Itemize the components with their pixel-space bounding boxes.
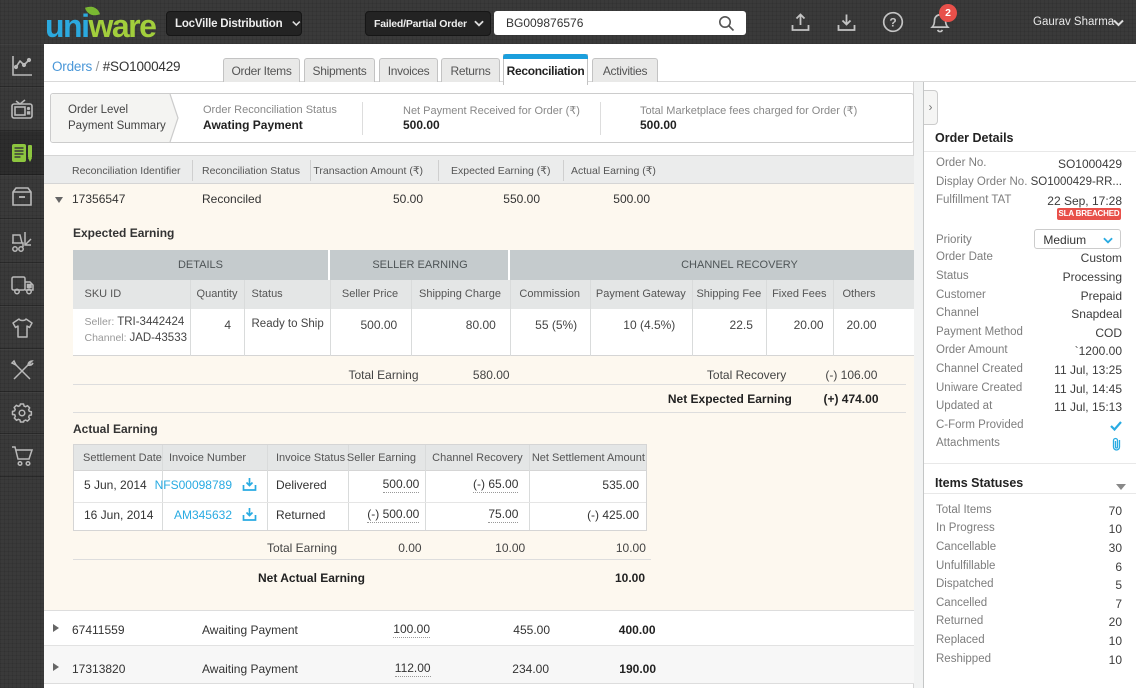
svg-text:?: ? (889, 16, 896, 30)
